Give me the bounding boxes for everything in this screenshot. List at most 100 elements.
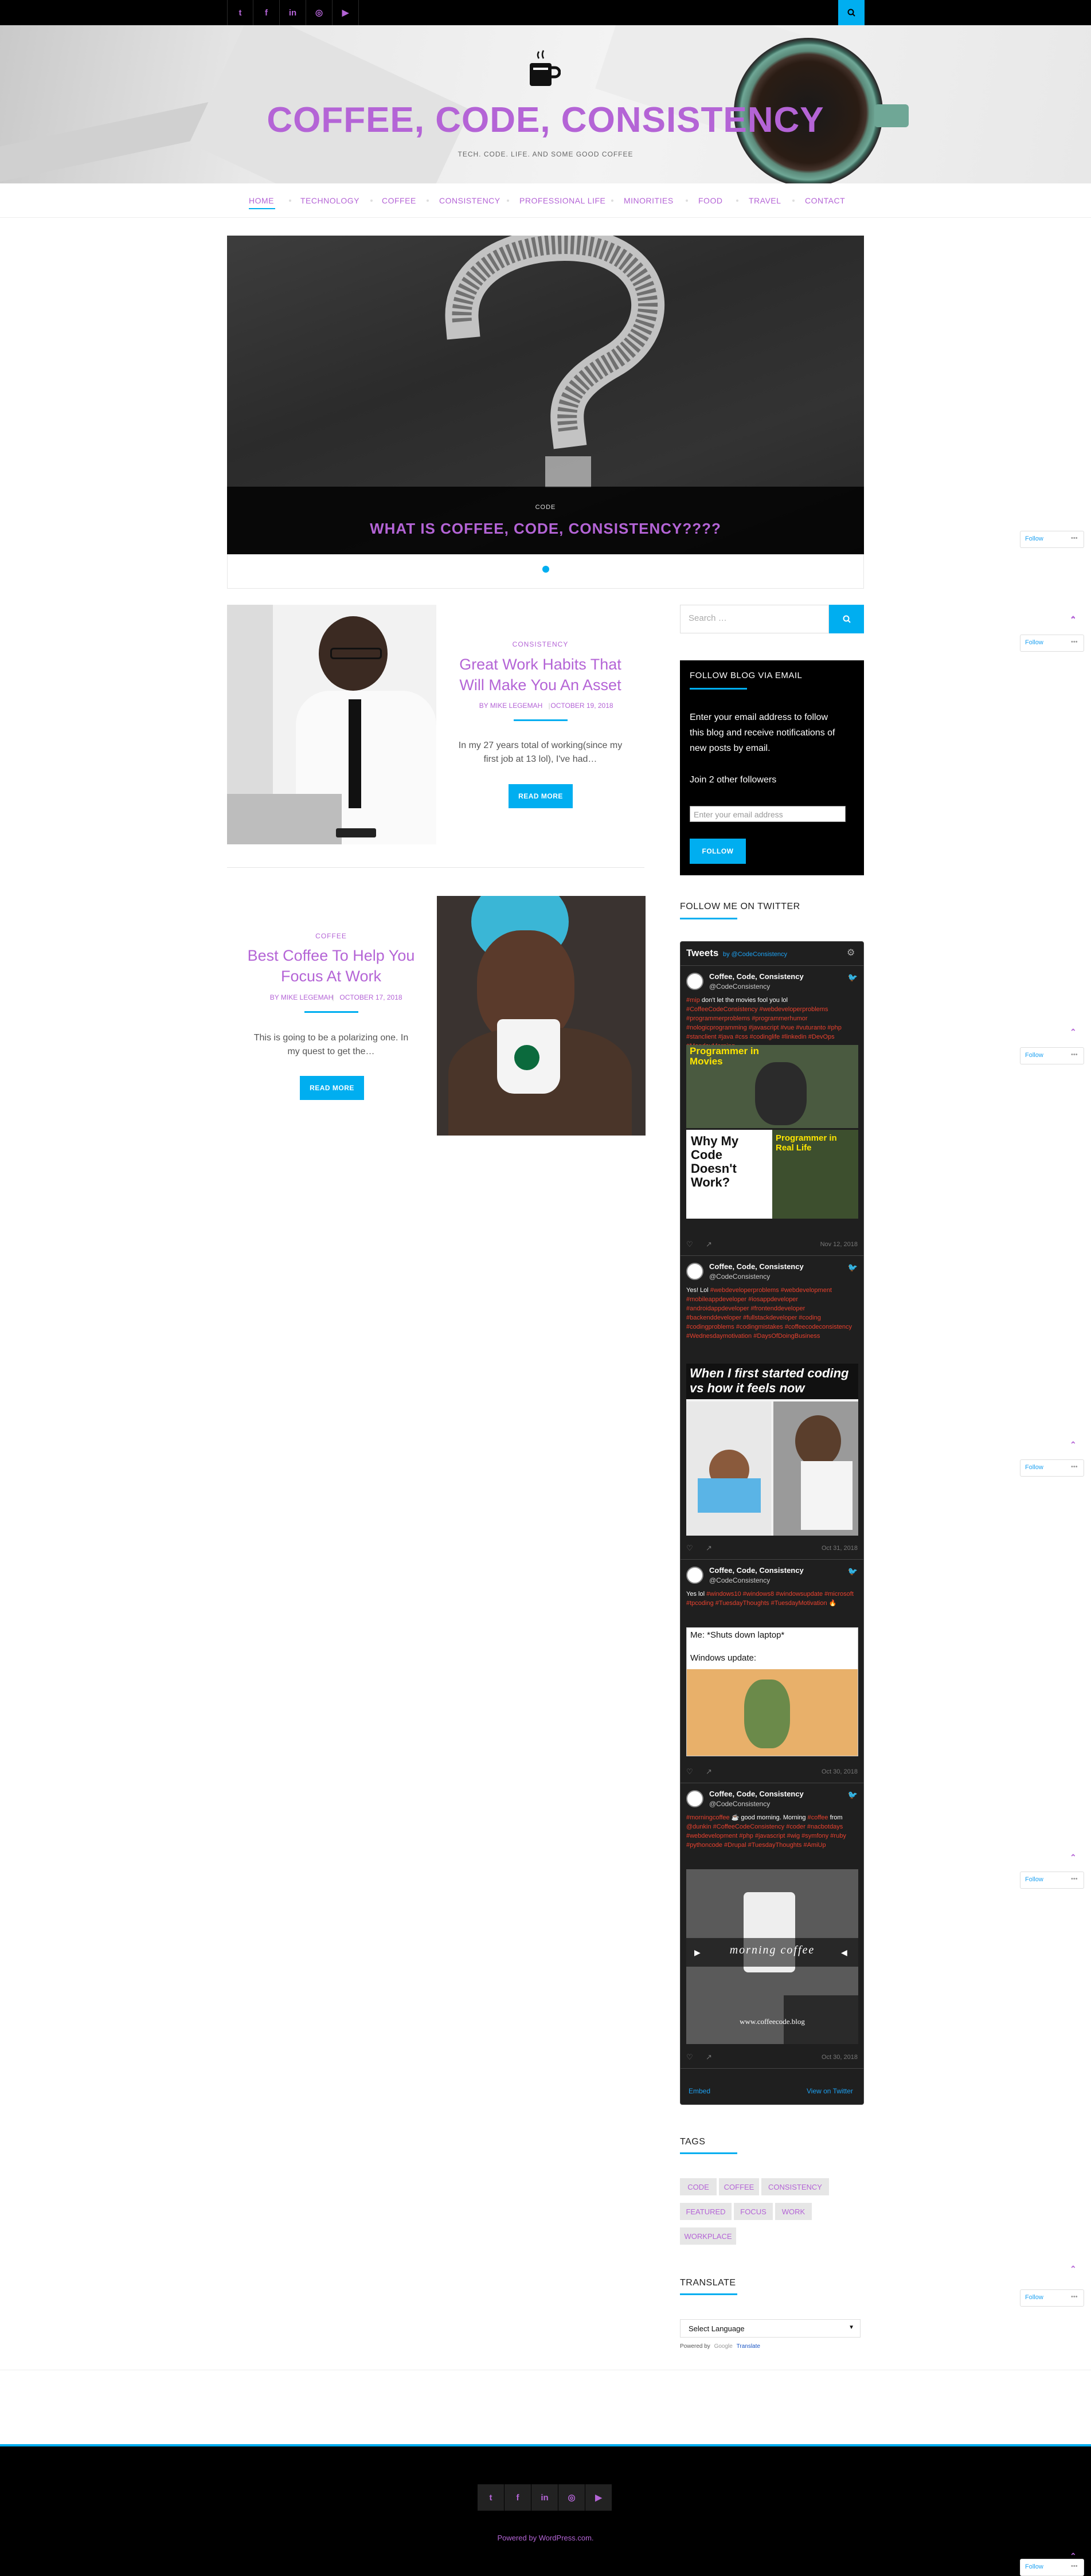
follow-button[interactable]: FOLLOW — [690, 839, 746, 864]
more-icon[interactable]: ••• — [1071, 1876, 1078, 1882]
more-icon[interactable]: ••• — [1071, 2293, 1078, 2300]
follow-floater[interactable]: Follow ••• — [1020, 2289, 1084, 2307]
more-icon[interactable]: ••• — [1071, 2563, 1078, 2570]
twitter-icon[interactable]: t — [478, 2484, 504, 2511]
mug-logo-icon[interactable] — [526, 49, 561, 91]
youtube-icon[interactable]: ▶ — [333, 0, 359, 25]
twitter-bird-icon[interactable]: 🐦 — [848, 1790, 858, 1800]
post-date[interactable]: OCTOBER 19, 2018 — [546, 702, 618, 710]
youtube-icon[interactable]: ▶ — [585, 2484, 612, 2511]
instagram-icon[interactable]: ◎ — [306, 0, 333, 25]
tweet-author[interactable]: Coffee, Code, Consistency — [709, 1790, 804, 1798]
post-title-line[interactable]: Best Coffee To Help You — [227, 945, 435, 966]
tag-link[interactable]: WORK — [775, 2203, 812, 2220]
follow-floater[interactable]: Follow ••• — [1020, 635, 1084, 652]
nav-item-professional-life[interactable]: PROFESSIONAL LIFE — [519, 196, 605, 205]
facebook-icon[interactable]: f — [505, 2484, 531, 2511]
search-input[interactable]: Search … — [680, 605, 829, 633]
more-icon[interactable]: ••• — [1071, 1051, 1078, 1058]
post-category[interactable]: CONSISTENCY — [436, 640, 644, 648]
gear-icon[interactable]: ⚙ — [847, 947, 855, 958]
twitter-bird-icon[interactable]: 🐦 — [848, 973, 858, 982]
tag-link[interactable]: CODE — [680, 2178, 717, 2195]
post-title-line[interactable]: Focus At Work — [227, 965, 435, 987]
read-more-button[interactable]: READ MORE — [300, 1076, 364, 1100]
facebook-icon[interactable]: f — [253, 0, 280, 25]
read-more-button[interactable]: READ MORE — [509, 784, 573, 808]
follow-floater[interactable]: Follow ••• — [1020, 1459, 1084, 1477]
footer-credit[interactable]: Powered by WordPress.com. — [0, 2534, 1091, 2542]
nav-item-coffee[interactable]: COFFEE — [382, 196, 416, 205]
nav-item-travel[interactable]: TRAVEL — [749, 196, 781, 205]
instagram-icon[interactable]: ◎ — [558, 2484, 585, 2511]
tag-link[interactable]: CONSISTENCY — [761, 2178, 829, 2195]
chevron-up-icon[interactable]: ⌃ — [1070, 1853, 1077, 1862]
follow-floater[interactable]: Follow ••• — [1020, 531, 1084, 548]
slide-category[interactable]: CODE — [227, 504, 864, 511]
slide-title[interactable]: WHAT IS COFFEE, CODE, CONSISTENCY???? — [227, 520, 864, 538]
search-toggle-button[interactable] — [838, 0, 865, 25]
twitter-bird-icon[interactable]: 🐦 — [848, 1567, 858, 1576]
slider-dot-active[interactable] — [542, 566, 549, 573]
email-field[interactable]: Enter your email address — [690, 806, 846, 822]
more-icon[interactable]: ••• — [1071, 535, 1078, 542]
like-icon[interactable]: ♡ — [686, 2053, 693, 2062]
tweet-item[interactable]: Coffee, Code, Consistency @CodeConsisten… — [681, 1560, 863, 1783]
avatar[interactable] — [686, 1790, 703, 1807]
twitter-header-handle[interactable]: by @CodeConsistency — [723, 951, 787, 958]
nav-item-contact[interactable]: CONTACT — [805, 196, 845, 205]
next-icon[interactable]: ◀ — [841, 1948, 847, 1958]
like-icon[interactable]: ♡ — [686, 1544, 693, 1553]
tweet-date[interactable]: Oct 31, 2018 — [822, 1545, 858, 1552]
nav-item-technology[interactable]: TECHNOLOGY — [300, 196, 359, 205]
wordpress-follow-label[interactable]: Follow — [1025, 1464, 1043, 1471]
follow-floater[interactable]: Follow ••• — [1020, 1872, 1084, 1889]
post-title-line[interactable]: Will Make You An Asset — [436, 674, 644, 696]
tweet-date[interactable]: Nov 12, 2018 — [820, 1241, 858, 1248]
post-image-work-habits[interactable] — [227, 605, 436, 844]
like-icon[interactable]: ♡ — [686, 1767, 693, 1776]
previous-icon[interactable]: ▶ — [694, 1948, 701, 1958]
tweet-image[interactable]: morning coffee ▶ ◀ www.coffeecode.blog — [686, 1869, 858, 2044]
post-title-line[interactable]: Great Work Habits That — [436, 653, 644, 675]
share-icon[interactable]: ↗ — [706, 1544, 712, 1553]
nav-item-home[interactable]: HOME — [249, 196, 274, 205]
tweet-image[interactable]: Why My Code Doesn't Work? Programmer in … — [686, 1130, 858, 1219]
tweet-handle[interactable]: @CodeConsistency — [709, 1273, 770, 1281]
more-icon[interactable]: ••• — [1071, 639, 1078, 645]
nav-item-minorities[interactable]: MINORITIES — [624, 196, 674, 205]
follow-floater[interactable]: Follow ••• — [1020, 1047, 1084, 1064]
tweet-image[interactable]: When I first started coding vs how it fe… — [686, 1364, 858, 1536]
tweet-author[interactable]: Coffee, Code, Consistency — [709, 972, 804, 981]
more-icon[interactable]: ••• — [1071, 1463, 1078, 1470]
tweet-item[interactable]: Coffee, Code, Consistency @CodeConsisten… — [681, 1783, 863, 2069]
share-icon[interactable]: ↗ — [706, 1767, 712, 1776]
like-icon[interactable]: ♡ — [686, 1240, 693, 1249]
tweet-date[interactable]: Oct 30, 2018 — [822, 2054, 858, 2061]
linkedin-icon[interactable]: in — [280, 0, 306, 25]
chevron-up-icon[interactable]: ⌃ — [1070, 1440, 1077, 1450]
post-author[interactable]: BY MIKE LEGEMAH — [264, 993, 339, 1001]
post-date[interactable]: OCTOBER 17, 2018 — [335, 993, 406, 1001]
tag-link[interactable]: FEATURED — [680, 2203, 732, 2220]
chevron-up-icon[interactable]: ⌃ — [1070, 615, 1077, 625]
twitter-timeline[interactable]: Tweets by @CodeConsistency ⚙ Coffee, Cod… — [680, 941, 864, 2105]
post-category[interactable]: COFFEE — [227, 932, 435, 940]
featured-slider[interactable]: CODE WHAT IS COFFEE, CODE, CONSISTENCY??… — [227, 236, 864, 554]
tweet-item[interactable]: Coffee, Code, Consistency @CodeConsisten… — [681, 1256, 863, 1560]
post-author[interactable]: BY MIKE LEGEMAH — [474, 702, 548, 710]
follow-floater[interactable]: Follow ••• — [1020, 2559, 1084, 2576]
tag-link[interactable]: COFFEE — [719, 2178, 759, 2195]
tweet-handle[interactable]: @CodeConsistency — [709, 1576, 770, 1584]
linkedin-icon[interactable]: in — [531, 2484, 558, 2511]
avatar[interactable] — [686, 973, 703, 990]
site-title[interactable]: COFFEE, CODE, CONSISTENCY — [0, 100, 1091, 140]
tweet-author[interactable]: Coffee, Code, Consistency — [709, 1566, 804, 1575]
avatar[interactable] — [686, 1567, 703, 1584]
chevron-up-icon[interactable]: ⌃ — [1070, 2264, 1077, 2274]
share-icon[interactable]: ↗ — [706, 2053, 712, 2062]
tag-link[interactable]: FOCUS — [734, 2203, 773, 2220]
nav-item-food[interactable]: FOOD — [698, 196, 722, 205]
view-on-twitter-link[interactable]: View on Twitter — [807, 2087, 853, 2095]
tweet-date[interactable]: Oct 30, 2018 — [822, 1768, 858, 1775]
